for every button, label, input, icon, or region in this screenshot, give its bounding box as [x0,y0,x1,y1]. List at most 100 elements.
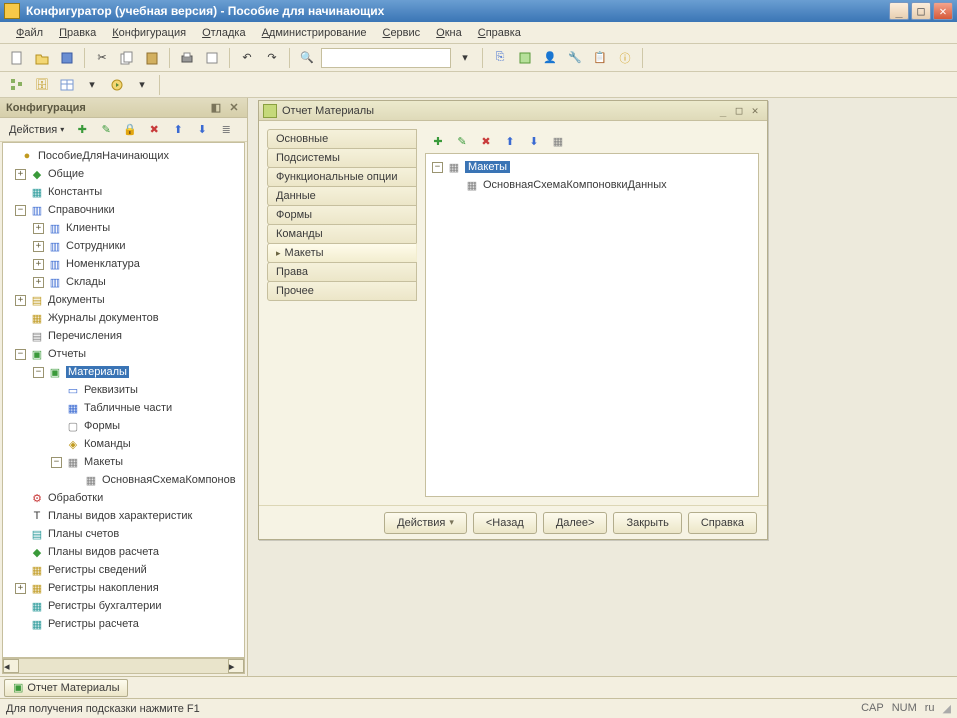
calendar-icon[interactable]: 📋 [589,47,611,69]
search-input[interactable] [321,48,451,68]
tree-hscroll[interactable]: ◂ ▸ [2,658,245,674]
content-props-icon[interactable]: ▦ [547,130,569,152]
menu-admin[interactable]: Администрирование [256,25,373,41]
tree-root[interactable]: ●ПособиеДляНачинающих [3,147,244,165]
open-icon[interactable] [31,47,53,69]
panel-close-icon[interactable]: ✕ [227,101,241,114]
table-icon[interactable] [56,74,78,96]
vtab-data[interactable]: Данные [267,186,417,206]
info-icon[interactable]: ⓘ [614,47,636,69]
tree-materials[interactable]: −▣Материалы [3,363,244,381]
vtab-templates[interactable]: Макеты [267,243,417,263]
menu-file[interactable]: Файл [10,25,49,41]
debug-icon[interactable]: 🔧 [564,47,586,69]
cut-icon[interactable]: ✂ [91,47,113,69]
vtab-other[interactable]: Прочее [267,281,417,301]
dialog-titlebar[interactable]: Отчет Материалы _ □ ✕ [259,101,767,121]
users-icon[interactable]: 👤 [539,47,561,69]
dialog-close-icon[interactable]: ✕ [747,104,763,117]
tree-documents[interactable]: +▤Документы [3,291,244,309]
menu-config[interactable]: Конфигурация [106,25,192,41]
tree-processors[interactable]: ⚙Обработки [3,489,244,507]
dialog-tree-child[interactable]: ▦ОсновнаяСхемаКомпоновкиДанных [430,176,754,194]
link-icon[interactable]: ⎘ [489,47,511,69]
tree-catalogs[interactable]: −▥Справочники [3,201,244,219]
db-icon[interactable]: 🗄 [31,74,53,96]
down-icon[interactable]: ⬇ [191,119,213,141]
sort-icon[interactable]: ≣ [215,119,237,141]
tree-calc-types[interactable]: ◆Планы видов расчета [3,543,244,561]
redo-icon[interactable]: ↷ [261,47,283,69]
vtab-rights[interactable]: Права [267,262,417,282]
task-tab-report[interactable]: ▣ Отчет Материалы [4,679,128,697]
tree-nomenclature[interactable]: +▥Номенклатура [3,255,244,273]
menu-edit[interactable]: Правка [53,25,102,41]
content-down-icon[interactable]: ⬇ [523,130,545,152]
tree-char-types[interactable]: TПланы видов характеристик [3,507,244,525]
vtab-commands[interactable]: Команды [267,224,417,244]
dialog-tree[interactable]: −▦Макеты ▦ОсновнаяСхемаКомпоновкиДанных [425,153,759,497]
copy-icon[interactable] [116,47,138,69]
dialog-maximize-icon[interactable]: □ [731,104,747,117]
status-resize-icon[interactable]: ◢ [943,702,951,715]
tree-accum-reg[interactable]: +▦Регистры накопления [3,579,244,597]
scroll-right-icon[interactable]: ▸ [228,659,244,673]
undo-icon[interactable]: ↶ [236,47,258,69]
tree-constants[interactable]: ▦Константы [3,183,244,201]
list-drop-icon[interactable]: ▾ [81,74,103,96]
footer-next-button[interactable]: Далее> [543,512,608,534]
content-up-icon[interactable]: ⬆ [499,130,521,152]
footer-back-button[interactable]: <Назад [473,512,537,534]
footer-close-button[interactable]: Закрыть [613,512,681,534]
dialog-minimize-icon[interactable]: _ [715,104,731,117]
tree-icon[interactable] [6,74,28,96]
preview-icon[interactable] [201,47,223,69]
config-tree[interactable]: ●ПособиеДляНачинающих +◆Общие ▦Константы… [2,142,245,658]
panel-pin-icon[interactable]: ◧ [209,101,223,114]
menu-service[interactable]: Сервис [376,25,426,41]
vtab-main[interactable]: Основные [267,129,417,149]
footer-actions-button[interactable]: Действия [384,512,467,534]
maximize-button[interactable]: □ [911,2,931,20]
tree-acc-plans[interactable]: ▤Планы счетов [3,525,244,543]
tree-tabular[interactable]: ▦Табличные части [3,399,244,417]
paste-icon[interactable] [141,47,163,69]
lock-icon[interactable]: 🔒 [119,119,141,141]
search-drop-icon[interactable]: ▾ [454,47,476,69]
tree-journals[interactable]: ▦Журналы документов [3,309,244,327]
tree-forms[interactable]: ▢Формы [3,417,244,435]
actions-menu[interactable]: Действия▾ [4,121,69,139]
menu-windows[interactable]: Окна [430,25,468,41]
tree-common[interactable]: +◆Общие [3,165,244,183]
search-icon[interactable]: 🔍 [296,47,318,69]
run-drop-icon[interactable]: ▾ [131,74,153,96]
tree-employees[interactable]: +▥Сотрудники [3,237,244,255]
module-icon[interactable] [514,47,536,69]
vtab-subsystems[interactable]: Подсистемы [267,148,417,168]
tree-reports[interactable]: −▣Отчеты [3,345,244,363]
add-icon[interactable]: ✚ [71,119,93,141]
content-delete-icon[interactable]: ✖ [475,130,497,152]
content-edit-icon[interactable]: ✎ [451,130,473,152]
tree-accounting-reg[interactable]: ▦Регистры бухгалтерии [3,597,244,615]
footer-help-button[interactable]: Справка [688,512,757,534]
tree-commands[interactable]: ◈Команды [3,435,244,453]
save-icon[interactable] [56,47,78,69]
run-icon[interactable] [106,74,128,96]
tree-enums[interactable]: ▤Перечисления [3,327,244,345]
new-icon[interactable] [6,47,28,69]
tree-templates[interactable]: −▦Макеты [3,453,244,471]
tree-info-reg[interactable]: ▦Регистры сведений [3,561,244,579]
print-icon[interactable] [176,47,198,69]
up-icon[interactable]: ⬆ [167,119,189,141]
tree-warehouses[interactable]: +▥Склады [3,273,244,291]
tree-clients[interactable]: +▥Клиенты [3,219,244,237]
edit-icon[interactable]: ✎ [95,119,117,141]
menu-debug[interactable]: Отладка [196,25,252,41]
tree-attributes[interactable]: ▭Реквизиты [3,381,244,399]
minimize-button[interactable]: _ [889,2,909,20]
vtab-funcopts[interactable]: Функциональные опции [267,167,417,187]
menu-help[interactable]: Справка [472,25,527,41]
tree-main-schema[interactable]: ▦ОсновнаяСхемаКомпонов [3,471,244,489]
delete-icon[interactable]: ✖ [143,119,165,141]
